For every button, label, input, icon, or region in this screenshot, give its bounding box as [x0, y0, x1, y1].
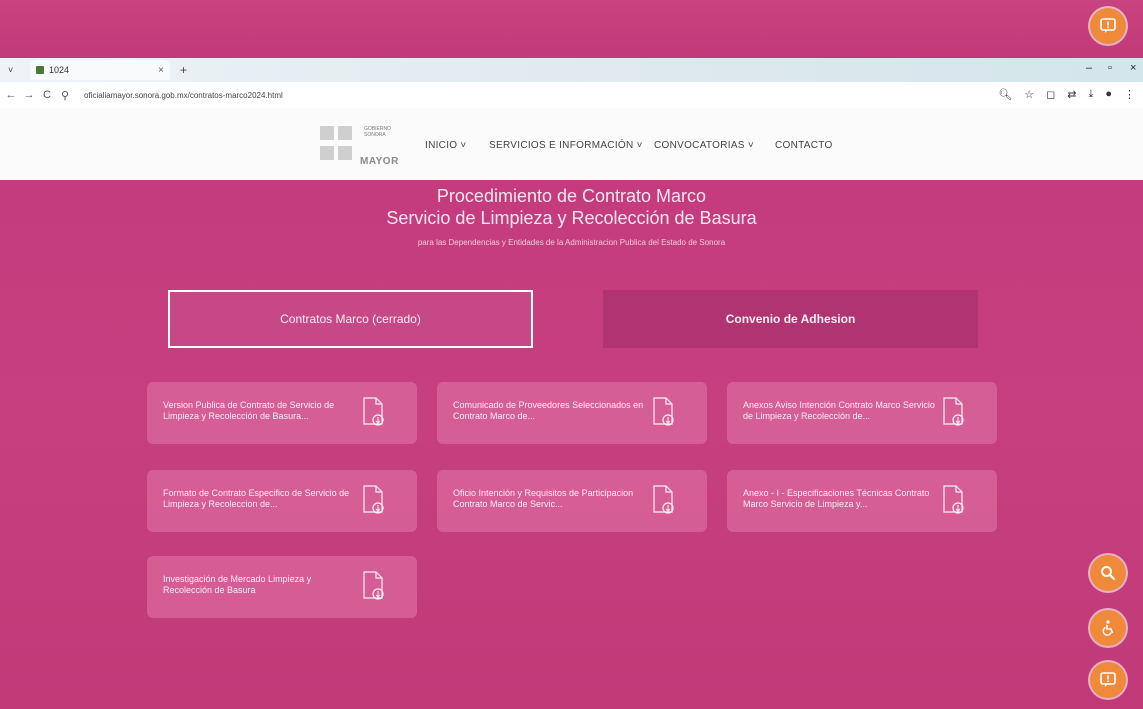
forward-icon[interactable]: →	[22, 89, 36, 101]
search-icon	[1101, 566, 1116, 581]
bookmark-star-icon[interactable]: ☆	[1024, 88, 1034, 101]
document-download-icon	[653, 485, 674, 514]
document-card[interactable]: Anexos Aviso Intención Contrato Marco Se…	[727, 382, 997, 444]
translate-icon[interactable]: ⇄	[1067, 88, 1076, 101]
main-content: Procedimiento de Contrato Marco Servicio…	[0, 180, 1143, 709]
document-card[interactable]: Comunicado de Proveedores Seleccionados …	[437, 382, 707, 444]
logo-text-top: GOBIERNO SONORA	[364, 126, 391, 138]
back-icon[interactable]: ←	[4, 89, 18, 101]
document-card[interactable]: Investigación de Mercado Limpieza y Reco…	[147, 556, 417, 618]
document-card-label: Oficio Intención y Requisitos de Partici…	[453, 488, 634, 509]
document-card-label: Anexos Aviso Intención Contrato Marco Se…	[743, 400, 935, 421]
document-download-icon	[653, 397, 674, 426]
document-card-label: Formato de Contrato Especifico de Servic…	[163, 488, 350, 509]
document-card-label: Version Publica de Contrato de Servicio …	[163, 400, 335, 421]
menu-kebab-icon[interactable]: ⋮	[1124, 88, 1135, 101]
extensions-icon[interactable]: ◻	[1046, 88, 1055, 101]
profile-avatar-icon[interactable]: ●	[1105, 88, 1112, 101]
document-download-icon	[943, 485, 964, 514]
document-download-icon	[363, 485, 384, 514]
browser-tab[interactable]: 1024 ×	[30, 60, 170, 80]
document-card[interactable]: Anexo - I - Especificaciones Técnicas Co…	[727, 470, 997, 532]
window-close-icon[interactable]: ×	[1130, 62, 1136, 74]
site-logo[interactable]: GOBIERNO SONORA MAYOR	[318, 122, 398, 170]
page-title-line2: Servicio de Limpieza y Recolección de Ba…	[386, 208, 757, 228]
logo-shape	[338, 126, 352, 140]
chat-icon	[1100, 672, 1116, 687]
nav-contacto[interactable]: CONTACTO	[775, 140, 833, 151]
browser-address-bar: ← → C ⚲ oficialiamayor.sonora.gob.mx/con…	[0, 82, 1143, 108]
accessibility-button[interactable]	[1090, 610, 1126, 646]
document-card-label: Investigación de Mercado Limpieza y Reco…	[163, 574, 312, 595]
toolbar-icons: 🔍︎ ☆ ◻ ⇄ ⤓ ● ⋮	[998, 88, 1135, 101]
reload-icon[interactable]: C	[40, 89, 54, 101]
document-card[interactable]: Formato de Contrato Especifico de Servic…	[147, 470, 417, 532]
logo-shape	[338, 146, 352, 160]
logo-text-bottom: MAYOR	[360, 156, 399, 167]
tab-list-chevron-icon[interactable]: ˅	[8, 65, 13, 75]
document-card-label: Comunicado de Proveedores Seleccionados …	[453, 400, 644, 421]
site-info-icon[interactable]: ⚲	[58, 89, 72, 102]
document-card-label: Anexo - I - Especificaciones Técnicas Co…	[743, 488, 930, 509]
page-title-line1: Procedimiento de Contrato Marco	[436, 186, 707, 206]
nav-servicios[interactable]: SERVICIOS E INFORMACIÓN ˅	[489, 140, 643, 151]
document-card[interactable]: Version Publica de Contrato de Servicio …	[147, 382, 417, 444]
feedback-button-bottom[interactable]	[1090, 662, 1126, 698]
chat-icon	[1100, 18, 1116, 33]
zoom-icon[interactable]: 🔍︎	[998, 88, 1012, 101]
browser-tab-strip: ˅ 1024 × + – ▫ ×	[0, 58, 1143, 82]
tab-convenio-adhesion[interactable]: Convenio de Adhesion	[603, 290, 978, 348]
tab-contratos-marco[interactable]: Contratos Marco (cerrado)	[168, 290, 533, 348]
accessibility-icon	[1102, 620, 1114, 636]
minimize-icon[interactable]: –	[1086, 62, 1092, 74]
logo-shape	[320, 146, 334, 160]
tab-close-icon[interactable]: ×	[158, 65, 164, 76]
maximize-icon[interactable]: ▫	[1108, 62, 1112, 74]
document-download-icon	[363, 571, 384, 600]
new-tab-button[interactable]: +	[180, 63, 187, 77]
browser-tab-title: 1024	[49, 65, 70, 75]
document-card[interactable]: Oficio Intención y Requisitos de Partici…	[437, 470, 707, 532]
document-download-icon	[363, 397, 384, 426]
nav-convocatorias[interactable]: CONVOCATORIAS ˅	[654, 140, 754, 151]
search-button[interactable]	[1090, 555, 1126, 591]
favicon-icon	[36, 66, 44, 74]
page-top-band	[0, 0, 1143, 58]
feedback-button-top[interactable]	[1090, 8, 1126, 44]
url-field[interactable]: oficialiamayor.sonora.gob.mx/contratos-m…	[84, 91, 283, 100]
document-download-icon	[943, 397, 964, 426]
nav-inicio[interactable]: INICIO ˅	[425, 140, 467, 151]
page-subtitle: para las Dependencias y Entidades de la …	[417, 238, 726, 247]
logo-shape	[320, 126, 334, 140]
site-header: GOBIERNO SONORA MAYOR INICIO ˅ SERVICIOS…	[0, 108, 1143, 180]
download-icon[interactable]: ⤓	[1088, 88, 1093, 101]
